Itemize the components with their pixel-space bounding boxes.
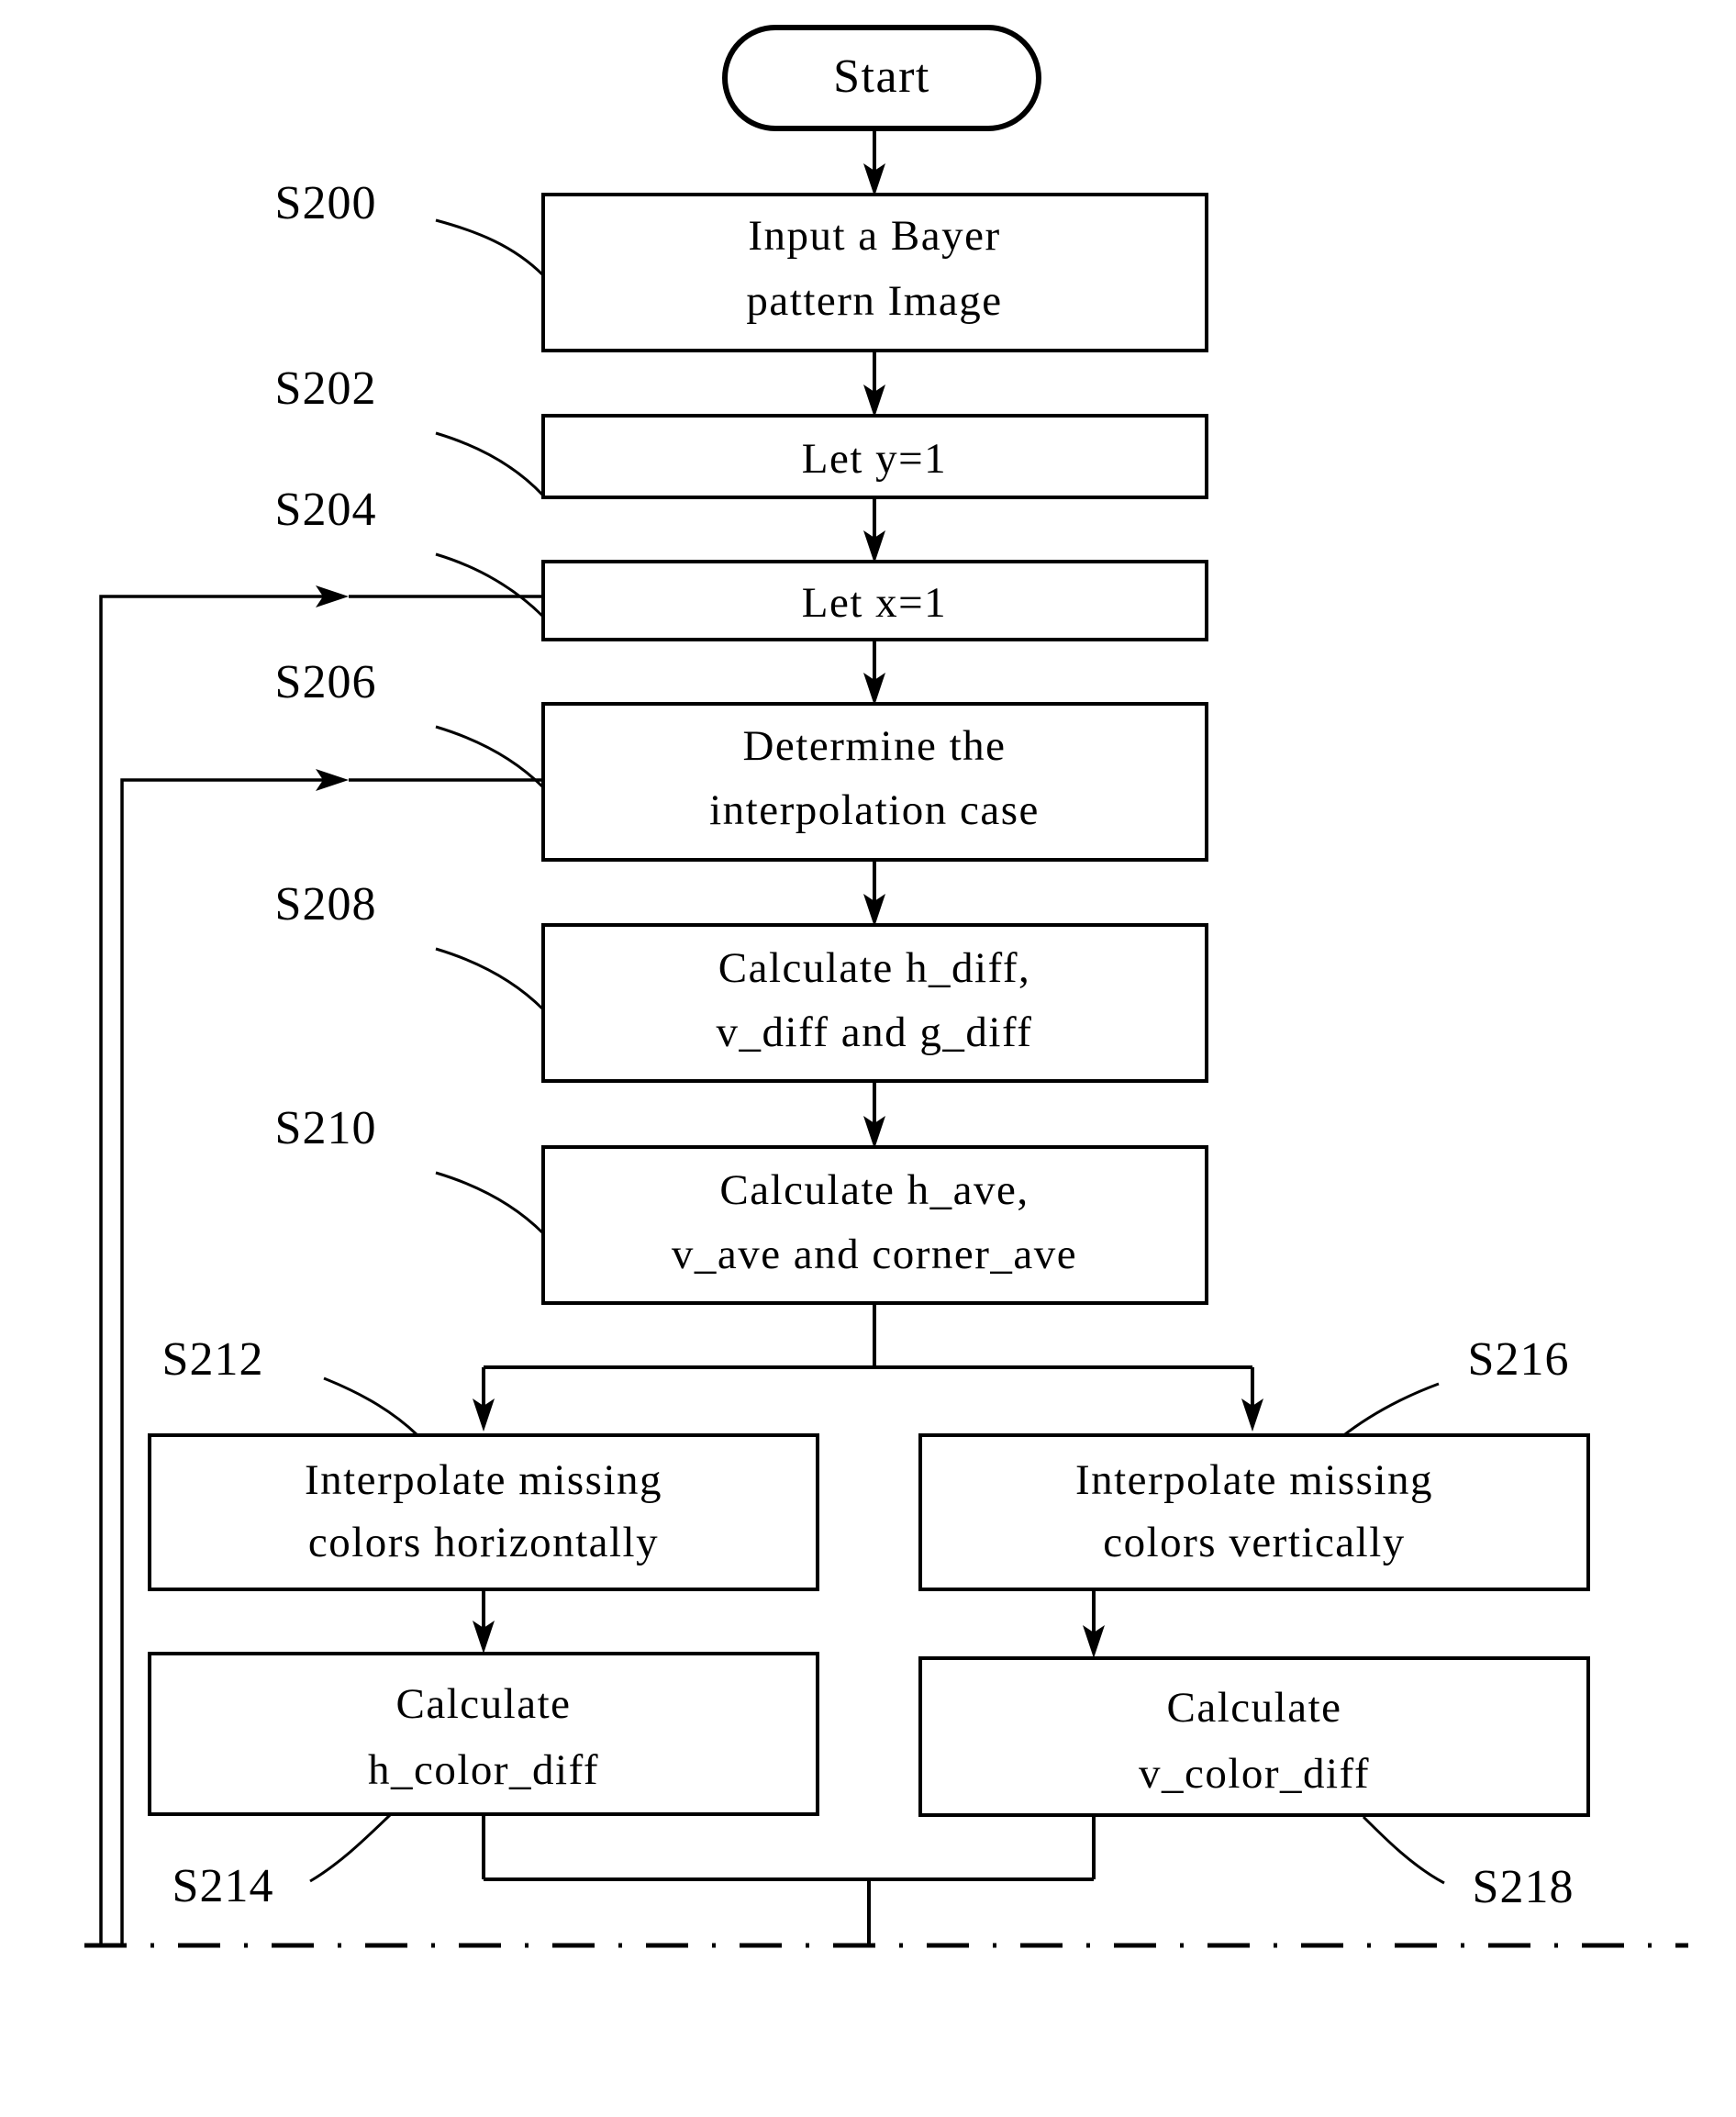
step-label-s204: S204 <box>275 484 377 536</box>
leader-s216 <box>1341 1382 1440 1439</box>
leader-s212 <box>323 1376 419 1437</box>
s218-line1: Calculate <box>1167 1684 1342 1732</box>
s204-line1: Let x=1 <box>802 579 947 627</box>
step-label-s210: S210 <box>275 1102 377 1154</box>
s202-line1: Let y=1 <box>802 435 947 483</box>
step-label-s216: S216 <box>1468 1333 1570 1386</box>
connector-s208-to-s210 <box>863 1081 885 1149</box>
step-label-s218: S218 <box>1473 1861 1575 1913</box>
s208-line1: Calculate h_diff, <box>718 944 1030 992</box>
connector-start-to-s200 <box>863 129 885 196</box>
node-s216[interactable]: Interpolate missing colors vertically <box>918 1433 1590 1591</box>
node-s208[interactable]: Calculate h_diff, v_diff and g_diff <box>541 923 1208 1083</box>
flowchart-sheet: Start Input a Bayer pattern Image S200 L… <box>0 0 1736 2117</box>
connector-s206-to-s208 <box>863 860 885 927</box>
step-label-s200: S200 <box>275 177 377 229</box>
s200-line2: pattern Image <box>746 277 1002 325</box>
node-s214[interactable]: Calculate h_color_diff <box>148 1652 819 1816</box>
leader-s204 <box>435 552 545 618</box>
node-s212[interactable]: Interpolate missing colors horizontally <box>148 1433 819 1591</box>
node-s204[interactable]: Let x=1 <box>541 560 1208 641</box>
node-s200[interactable]: Input a Bayer pattern Image <box>541 193 1208 352</box>
step-label-s206: S206 <box>275 656 377 708</box>
leader-s208 <box>435 947 545 1011</box>
s206-line1: Determine the <box>742 722 1006 770</box>
leader-s200 <box>435 218 545 277</box>
connector-s216-to-s218 <box>1083 1589 1105 1658</box>
connector-merge-bottom <box>482 1814 1096 1945</box>
s218-line2: v_color_diff <box>1139 1750 1370 1798</box>
s212-line2: colors horizontally <box>308 1519 659 1566</box>
node-s218[interactable]: Calculate v_color_diff <box>918 1656 1590 1817</box>
node-s210[interactable]: Calculate h_ave, v_ave and corner_ave <box>541 1145 1208 1305</box>
step-label-s208: S208 <box>275 878 377 930</box>
leader-s210 <box>435 1171 545 1235</box>
connector-s202-to-s204 <box>863 497 885 563</box>
s206-line2: interpolation case <box>709 786 1040 834</box>
s216-line1: Interpolate missing <box>1075 1456 1433 1504</box>
s212-line1: Interpolate missing <box>305 1456 662 1504</box>
leader-s218 <box>1362 1815 1445 1885</box>
s208-line2: v_diff and g_diff <box>717 1008 1033 1056</box>
s216-line2: colors vertically <box>1103 1519 1406 1566</box>
step-label-s214: S214 <box>172 1860 274 1912</box>
start-label: Start <box>833 50 930 103</box>
connector-s200-to-s202 <box>863 351 885 418</box>
flowchart-canvas: Start Input a Bayer pattern Image S200 L… <box>84 25 1688 1948</box>
node-start[interactable]: Start <box>722 25 1041 131</box>
s214-line1: Calculate <box>396 1680 572 1728</box>
node-s202[interactable]: Let y=1 <box>541 414 1208 499</box>
leader-s202 <box>435 431 545 497</box>
connector-s210-branch <box>473 1303 1263 1432</box>
connector-s204-to-s206 <box>863 640 885 706</box>
s210-line1: Calculate h_ave, <box>719 1166 1029 1214</box>
s200-line1: Input a Bayer <box>748 212 1000 260</box>
s214-line2: h_color_diff <box>368 1746 599 1794</box>
leader-s206 <box>435 725 545 789</box>
s210-line2: v_ave and corner_ave <box>672 1231 1077 1278</box>
node-s206[interactable]: Determine the interpolation case <box>541 702 1208 862</box>
step-label-s202: S202 <box>275 362 377 415</box>
leader-s214 <box>309 1813 392 1883</box>
connector-s212-to-s214 <box>473 1589 495 1654</box>
step-label-s212: S212 <box>162 1333 264 1386</box>
